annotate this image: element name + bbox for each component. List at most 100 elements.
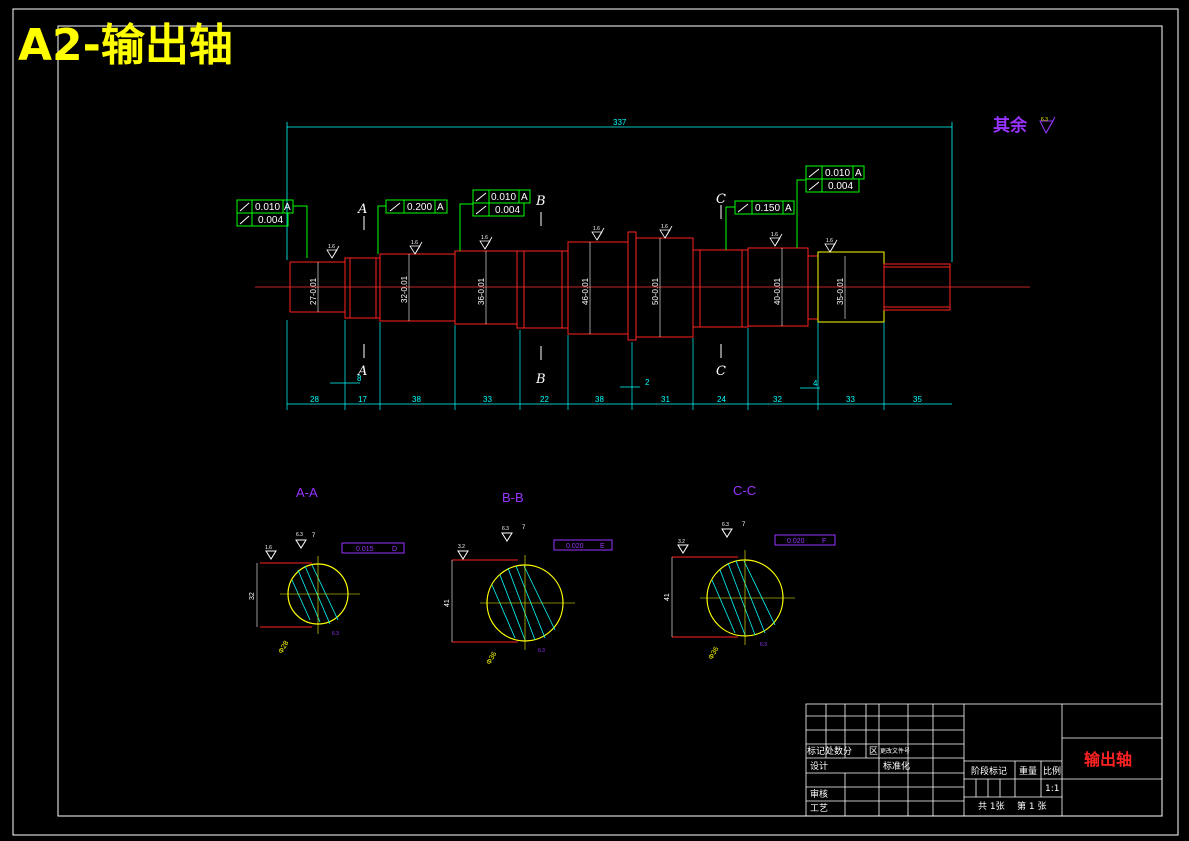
svg-text:A: A [284,202,291,213]
svg-text:6.3: 6.3 [760,642,767,648]
svg-text:工艺: 工艺 [810,803,828,814]
svg-text:标记处数分: 标记处数分 [807,745,852,757]
svg-text:1.6: 1.6 [411,240,418,246]
svg-text:6.3: 6.3 [538,648,545,654]
svg-text:更改文件号: 更改文件号 [880,747,910,755]
svg-text:6.3: 6.3 [722,522,729,528]
svg-text:0.020: 0.020 [566,543,584,550]
svg-text:0.200: 0.200 [407,202,432,213]
section-mark-a-bottom: A [357,364,367,379]
svg-text:7: 7 [312,533,316,539]
svg-text:0.010: 0.010 [825,168,850,179]
svg-text:A: A [855,168,862,179]
svg-text:38: 38 [412,395,421,404]
svg-text:区: 区 [869,746,878,757]
inner-frame [57,25,1163,817]
svg-text:6.3: 6.3 [296,532,303,538]
svg-text:27-0.01: 27-0.01 [309,277,318,305]
overall-length-label: 337 [613,118,627,127]
svg-text:17: 17 [358,395,367,404]
svg-text:32: 32 [249,592,256,600]
svg-text:28: 28 [310,395,319,404]
svg-text:0.004: 0.004 [495,205,520,216]
svg-text:3.2: 3.2 [458,544,465,550]
svg-text:重量: 重量 [1019,765,1037,777]
svg-text:41: 41 [664,593,671,601]
svg-text:1.6: 1.6 [328,244,335,250]
section-c-label: C-C [733,483,756,498]
svg-text:A: A [785,203,792,214]
section-view-a: A-A 32 Φ28 7 6.3 1.6 0.015 D 6.3 [249,485,405,655]
svg-text:46-0.01: 46-0.01 [581,277,590,305]
segment-dimension-labels: 28 17 38 33 22 38 31 24 32 33 35 8 2 4 [310,374,922,404]
svg-text:38: 38 [595,395,604,404]
svg-text:设计: 设计 [810,760,828,772]
svg-text:22: 22 [540,395,549,404]
svg-text:35-0.01: 35-0.01 [836,277,845,305]
general-roughness-note: 其余 6.3 [993,115,1056,136]
svg-text:6.3: 6.3 [332,631,339,637]
svg-text:E: E [600,543,605,550]
svg-text:35: 35 [913,395,922,404]
title-block-text: 输出轴 标记处数分 区 更改文件号 设计 标准化 审核 工艺 阶段标记 重量 比… [807,745,1132,814]
tolerance-frame-5: 0.010 A 0.004 [796,165,865,248]
svg-text:36-0.01: 36-0.01 [477,277,486,305]
svg-text:41: 41 [444,599,451,607]
svg-text:0.010: 0.010 [255,202,280,213]
svg-text:1:1: 1:1 [1045,784,1059,794]
svg-text:0.020: 0.020 [787,538,805,545]
diameter-labels: 27-0.01 32-0.01 36-0.01 46-0.01 50-0.01 … [309,275,845,305]
svg-text:6.3: 6.3 [1041,117,1048,123]
svg-text:7: 7 [742,522,746,528]
svg-text:1.6: 1.6 [661,224,668,230]
svg-text:4: 4 [813,379,818,388]
svg-text:33: 33 [483,395,492,404]
svg-text:50-0.01: 50-0.01 [651,277,660,305]
section-mark-a-top: A [357,202,367,217]
section-mark-c-top: C [716,192,726,207]
section-mark-b-bottom: B [535,372,546,387]
svg-text:标准化: 标准化 [883,760,910,772]
svg-text:阶段标记: 阶段标记 [971,765,1007,777]
svg-text:F: F [822,538,826,545]
section-view-c: C-C 41 Φ36 7 6.3 3.2 0.020 F 6.3 [664,483,836,661]
note-text: 其余 [993,115,1028,136]
svg-text:40-0.01: 40-0.01 [773,277,782,305]
shaft-drawing: A2-输出轴 其余 6.3 337 28 17 38 33 22 38 31 2… [12,8,1179,836]
svg-text:D: D [392,546,397,553]
svg-text:0.150: 0.150 [755,203,780,214]
svg-text:24: 24 [717,395,726,404]
page-title: A2-输出轴 [18,20,233,71]
svg-text:审核: 审核 [810,788,828,800]
svg-text:2: 2 [645,378,650,387]
svg-text:第 1 张: 第 1 张 [1017,800,1046,812]
svg-text:0.004: 0.004 [258,215,283,226]
svg-text:3.2: 3.2 [678,539,685,545]
section-b-label: B-B [502,490,524,505]
tolerance-frame-3: 0.010 A 0.004 [459,189,531,251]
svg-text:0.015: 0.015 [356,546,374,553]
part-name: 输出轴 [1084,750,1132,769]
svg-text:33: 33 [846,395,855,404]
svg-text:7: 7 [522,525,526,531]
section-mark-b-top: B [535,194,546,209]
svg-text:0.004: 0.004 [828,181,853,192]
tolerance-frame-4: 0.150 A [725,200,795,250]
svg-text:32: 32 [773,395,782,404]
svg-text:32-0.01: 32-0.01 [400,275,409,303]
svg-text:6.3: 6.3 [502,526,509,532]
svg-text:Φ36: Φ36 [708,646,721,661]
svg-text:Φ28: Φ28 [278,640,291,655]
svg-text:共 1张: 共 1张 [978,801,1005,812]
shaft-body [289,231,819,341]
svg-text:A: A [437,202,444,213]
svg-text:1.6: 1.6 [593,226,600,232]
svg-text:1.6: 1.6 [826,238,833,244]
svg-text:1.6: 1.6 [771,232,778,238]
svg-text:1.6: 1.6 [481,235,488,241]
tolerance-frame-1: 0.010 A 0.004 [236,199,308,258]
svg-text:0.010: 0.010 [491,192,516,203]
svg-text:比例: 比例 [1043,765,1061,777]
svg-text:31: 31 [661,395,670,404]
section-mark-c-bottom: C [716,364,726,379]
